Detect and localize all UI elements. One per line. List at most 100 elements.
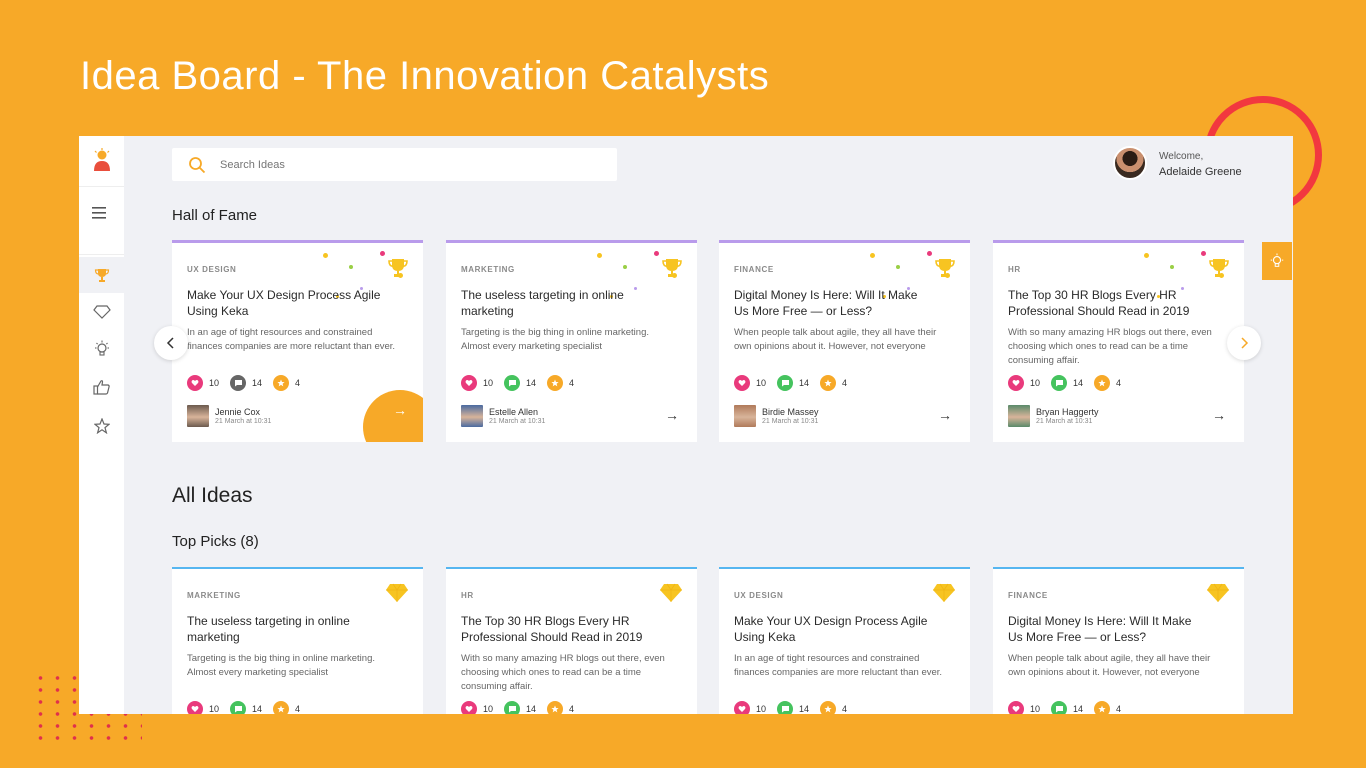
stars-count: 4 xyxy=(842,378,848,388)
star-icon xyxy=(820,375,837,391)
user-name: Adelaide Greene xyxy=(1159,166,1242,178)
card-description: With so many amazing HR blogs out there,… xyxy=(1008,327,1212,366)
arrow-right-icon[interactable]: → xyxy=(1212,407,1226,423)
comment-icon xyxy=(1051,375,1068,391)
hall-of-fame-card[interactable]: HR The Top 30 HR Blogs Every HR Professi… xyxy=(993,240,1244,442)
user-profile[interactable]: Welcome, Adelaide Greene xyxy=(1113,146,1242,180)
section-title-top-picks: Top Picks (8) xyxy=(172,533,259,550)
card-title[interactable]: The Top 30 HR Blogs Every HR Professiona… xyxy=(1008,287,1208,319)
comments-stat[interactable]: 14 xyxy=(777,701,809,714)
star-icon xyxy=(273,701,290,714)
comments-stat[interactable]: 14 xyxy=(230,701,262,714)
search-bar[interactable] xyxy=(172,148,617,181)
card-author[interactable]: Birdie Massey 21 March at 10:31 xyxy=(734,405,819,427)
card-title[interactable]: Make Your UX Design Process Agile Using … xyxy=(187,287,387,319)
carousel-prev-button[interactable] xyxy=(154,326,188,360)
comments-stat[interactable]: 14 xyxy=(777,375,809,391)
sidebar-item-starred[interactable] xyxy=(79,408,124,444)
arrow-right-icon[interactable]: → xyxy=(665,407,679,423)
stars-stat[interactable]: 4 xyxy=(820,701,847,714)
stars-stat[interactable]: 4 xyxy=(1094,375,1121,391)
comments-count: 14 xyxy=(1073,704,1084,714)
author-avatar xyxy=(187,405,209,427)
stars-stat[interactable]: 4 xyxy=(820,375,847,391)
comments-count: 14 xyxy=(1073,378,1084,388)
heart-icon xyxy=(187,701,203,714)
trophy-icon xyxy=(661,257,683,284)
likes-stat[interactable]: 10 xyxy=(1008,701,1040,714)
sidebar-item-top-picks[interactable] xyxy=(79,294,124,330)
hamburger-menu-icon[interactable] xyxy=(92,206,110,220)
ideas-panel-tab[interactable] xyxy=(1262,242,1292,280)
card-author[interactable]: Estelle Allen 21 March at 10:31 xyxy=(461,405,545,427)
top-pick-card[interactable]: FINANCE Digital Money Is Here: Will It M… xyxy=(993,567,1244,714)
trophy-icon xyxy=(1208,257,1230,284)
card-stats: 10 14 4 xyxy=(187,375,311,391)
likes-stat[interactable]: 10 xyxy=(187,375,219,391)
card-title[interactable]: Digital Money Is Here: Will It Make Us M… xyxy=(734,287,934,319)
avatar[interactable] xyxy=(1113,146,1147,180)
card-title[interactable]: The useless targeting in online marketin… xyxy=(187,613,387,645)
hall-of-fame-card[interactable]: MARKETING The useless targeting in onlin… xyxy=(446,240,697,442)
card-title[interactable]: The Top 30 HR Blogs Every HR Professiona… xyxy=(461,613,661,645)
comment-icon xyxy=(230,375,247,391)
comments-stat[interactable]: 14 xyxy=(504,375,536,391)
card-title[interactable]: Make Your UX Design Process Agile Using … xyxy=(734,613,934,645)
stars-count: 4 xyxy=(1116,704,1122,714)
comments-count: 14 xyxy=(526,704,537,714)
top-pick-card[interactable]: MARKETING The useless targeting in onlin… xyxy=(172,567,423,714)
heart-icon xyxy=(734,375,750,391)
confetti-dot xyxy=(896,265,900,269)
likes-count: 10 xyxy=(209,378,220,388)
confetti-dot xyxy=(323,253,328,258)
card-author[interactable]: Jennie Cox 21 March at 10:31 xyxy=(187,405,271,427)
likes-stat[interactable]: 10 xyxy=(461,375,493,391)
card-title[interactable]: Digital Money Is Here: Will It Make Us M… xyxy=(1008,613,1208,645)
carousel-next-button[interactable] xyxy=(1227,326,1261,360)
comments-stat[interactable]: 14 xyxy=(230,375,262,391)
arrow-right-icon[interactable]: → xyxy=(938,407,952,423)
heart-icon xyxy=(461,375,477,391)
gem-icon xyxy=(92,305,111,319)
likes-count: 10 xyxy=(209,704,220,714)
sidebar-item-hall-of-fame[interactable] xyxy=(79,257,124,293)
likes-stat[interactable]: 10 xyxy=(187,701,219,714)
sidebar-item-liked[interactable] xyxy=(79,369,124,405)
card-title[interactable]: The useless targeting in online marketin… xyxy=(461,287,661,319)
card-description: Targeting is the big thing in online mar… xyxy=(461,327,650,352)
stars-stat[interactable]: 4 xyxy=(547,701,574,714)
comment-icon xyxy=(504,701,521,714)
comments-stat[interactable]: 14 xyxy=(504,701,536,714)
card-description: When people talk about agile, they all h… xyxy=(734,327,937,352)
comment-icon xyxy=(230,701,247,714)
card-author[interactable]: Bryan Haggerty 21 March at 10:31 xyxy=(1008,405,1099,427)
sidebar-item-ideas[interactable] xyxy=(79,331,124,367)
top-pick-card[interactable]: UX DESIGN Make Your UX Design Process Ag… xyxy=(719,567,970,714)
hall-of-fame-card[interactable]: FINANCE Digital Money Is Here: Will It M… xyxy=(719,240,970,442)
chevron-right-icon xyxy=(1241,337,1249,349)
search-icon[interactable] xyxy=(188,156,206,174)
search-input[interactable] xyxy=(220,158,580,171)
open-idea-button[interactable]: → xyxy=(363,390,423,442)
stars-count: 4 xyxy=(295,704,301,714)
stars-stat[interactable]: 4 xyxy=(273,701,300,714)
likes-stat[interactable]: 10 xyxy=(1008,375,1040,391)
confetti-dot xyxy=(597,253,602,258)
likes-stat[interactable]: 10 xyxy=(461,701,493,714)
stars-stat[interactable]: 4 xyxy=(1094,701,1121,714)
chevron-left-icon xyxy=(166,337,174,349)
card-category: UX DESIGN xyxy=(734,591,784,600)
comments-count: 14 xyxy=(252,704,263,714)
likes-stat[interactable]: 10 xyxy=(734,701,766,714)
hall-of-fame-card[interactable]: UX DESIGN Make Your UX Design Process Ag… xyxy=(172,240,423,442)
card-stats: 10 14 4 xyxy=(187,701,311,714)
stars-stat[interactable]: 4 xyxy=(547,375,574,391)
trophy-icon xyxy=(94,269,109,282)
comments-stat[interactable]: 14 xyxy=(1051,701,1083,714)
card-stats: 10 14 4 xyxy=(1008,375,1132,391)
stars-count: 4 xyxy=(295,378,301,388)
comments-stat[interactable]: 14 xyxy=(1051,375,1083,391)
likes-stat[interactable]: 10 xyxy=(734,375,766,391)
top-pick-card[interactable]: HR The Top 30 HR Blogs Every HR Professi… xyxy=(446,567,697,714)
stars-stat[interactable]: 4 xyxy=(273,375,300,391)
